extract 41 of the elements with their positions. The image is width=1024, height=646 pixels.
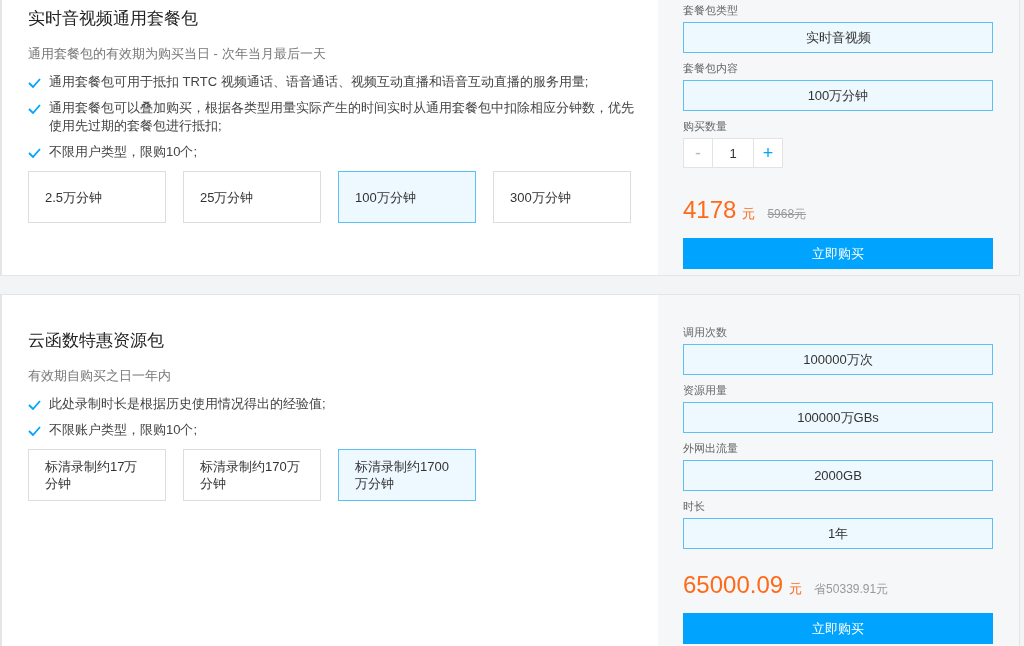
package-option[interactable]: 100万分钟 (338, 171, 476, 223)
price-amount: 4178 (683, 196, 737, 224)
selected-value-field[interactable]: 100000万次 (683, 344, 993, 375)
package-title: 实时音视频通用套餐包 (28, 8, 199, 30)
original-price: 5968元 (767, 206, 807, 223)
field-label: 购买数量 (683, 119, 728, 133)
feature-text: 不限用户类型，限购10个; (49, 143, 199, 161)
savings-text: 省50339.91元 (814, 581, 889, 598)
checkmark-icon (28, 148, 41, 158)
price-amount: 65000.09 (683, 571, 784, 599)
selected-value-field[interactable]: 1年 (683, 518, 993, 549)
package-description: 有效期自购买之日一年内 (28, 367, 172, 385)
field-label: 套餐包类型 (683, 3, 739, 17)
selected-value-field[interactable]: 实时音视频 (683, 22, 993, 53)
price-unit: 元 (742, 205, 756, 223)
field-label: 套餐包内容 (683, 61, 739, 75)
selected-value-field[interactable]: 2000GB (683, 460, 993, 491)
package-option[interactable]: 25万分钟 (183, 171, 321, 223)
quantity-field[interactable]: 1 (713, 138, 753, 168)
feature-text: 不限账户类型，限购10个; (49, 421, 199, 439)
feature-text: 通用套餐包可以叠加购买，根据各类型用量实际产生的时间实时从通用套餐包中扣除相应分钟数，优先使用先过期的套餐包进行抵扣; (49, 99, 635, 135)
feature-text: 此处录制时长是根据历史使用情况得出的经验值; (49, 395, 327, 413)
package-title: 云函数特惠资源包 (28, 330, 165, 352)
checkmark-icon (28, 78, 41, 88)
package-option[interactable]: 标清录制约1700万分钟 (338, 449, 476, 501)
package-option[interactable]: 标清录制约170万分钟 (183, 449, 321, 501)
package-option[interactable]: 2.5万分钟 (28, 171, 166, 223)
selected-value-field[interactable]: 100万分钟 (683, 80, 993, 111)
checkmark-icon (28, 400, 41, 410)
package-option[interactable]: 300万分钟 (493, 171, 631, 223)
price-unit: 元 (789, 580, 803, 598)
checkmark-icon (28, 426, 41, 436)
package-description: 通用套餐包的有效期为购买当日 - 次年当月最后一天 (28, 45, 327, 63)
field-label: 外网出流量 (683, 441, 739, 455)
field-label: 时长 (683, 499, 706, 513)
checkmark-icon (28, 104, 41, 114)
field-label: 调用次数 (683, 325, 728, 339)
selected-value-field[interactable]: 100000万GBs (683, 402, 993, 433)
feature-text: 通用套餐包可用于抵扣 TRTC 视频通话、语音通话、视频互动直播和语音互动直播的服务用量; (49, 73, 590, 91)
field-label: 资源用量 (683, 383, 728, 397)
package-option[interactable]: 标清录制约17万分钟 (28, 449, 166, 501)
